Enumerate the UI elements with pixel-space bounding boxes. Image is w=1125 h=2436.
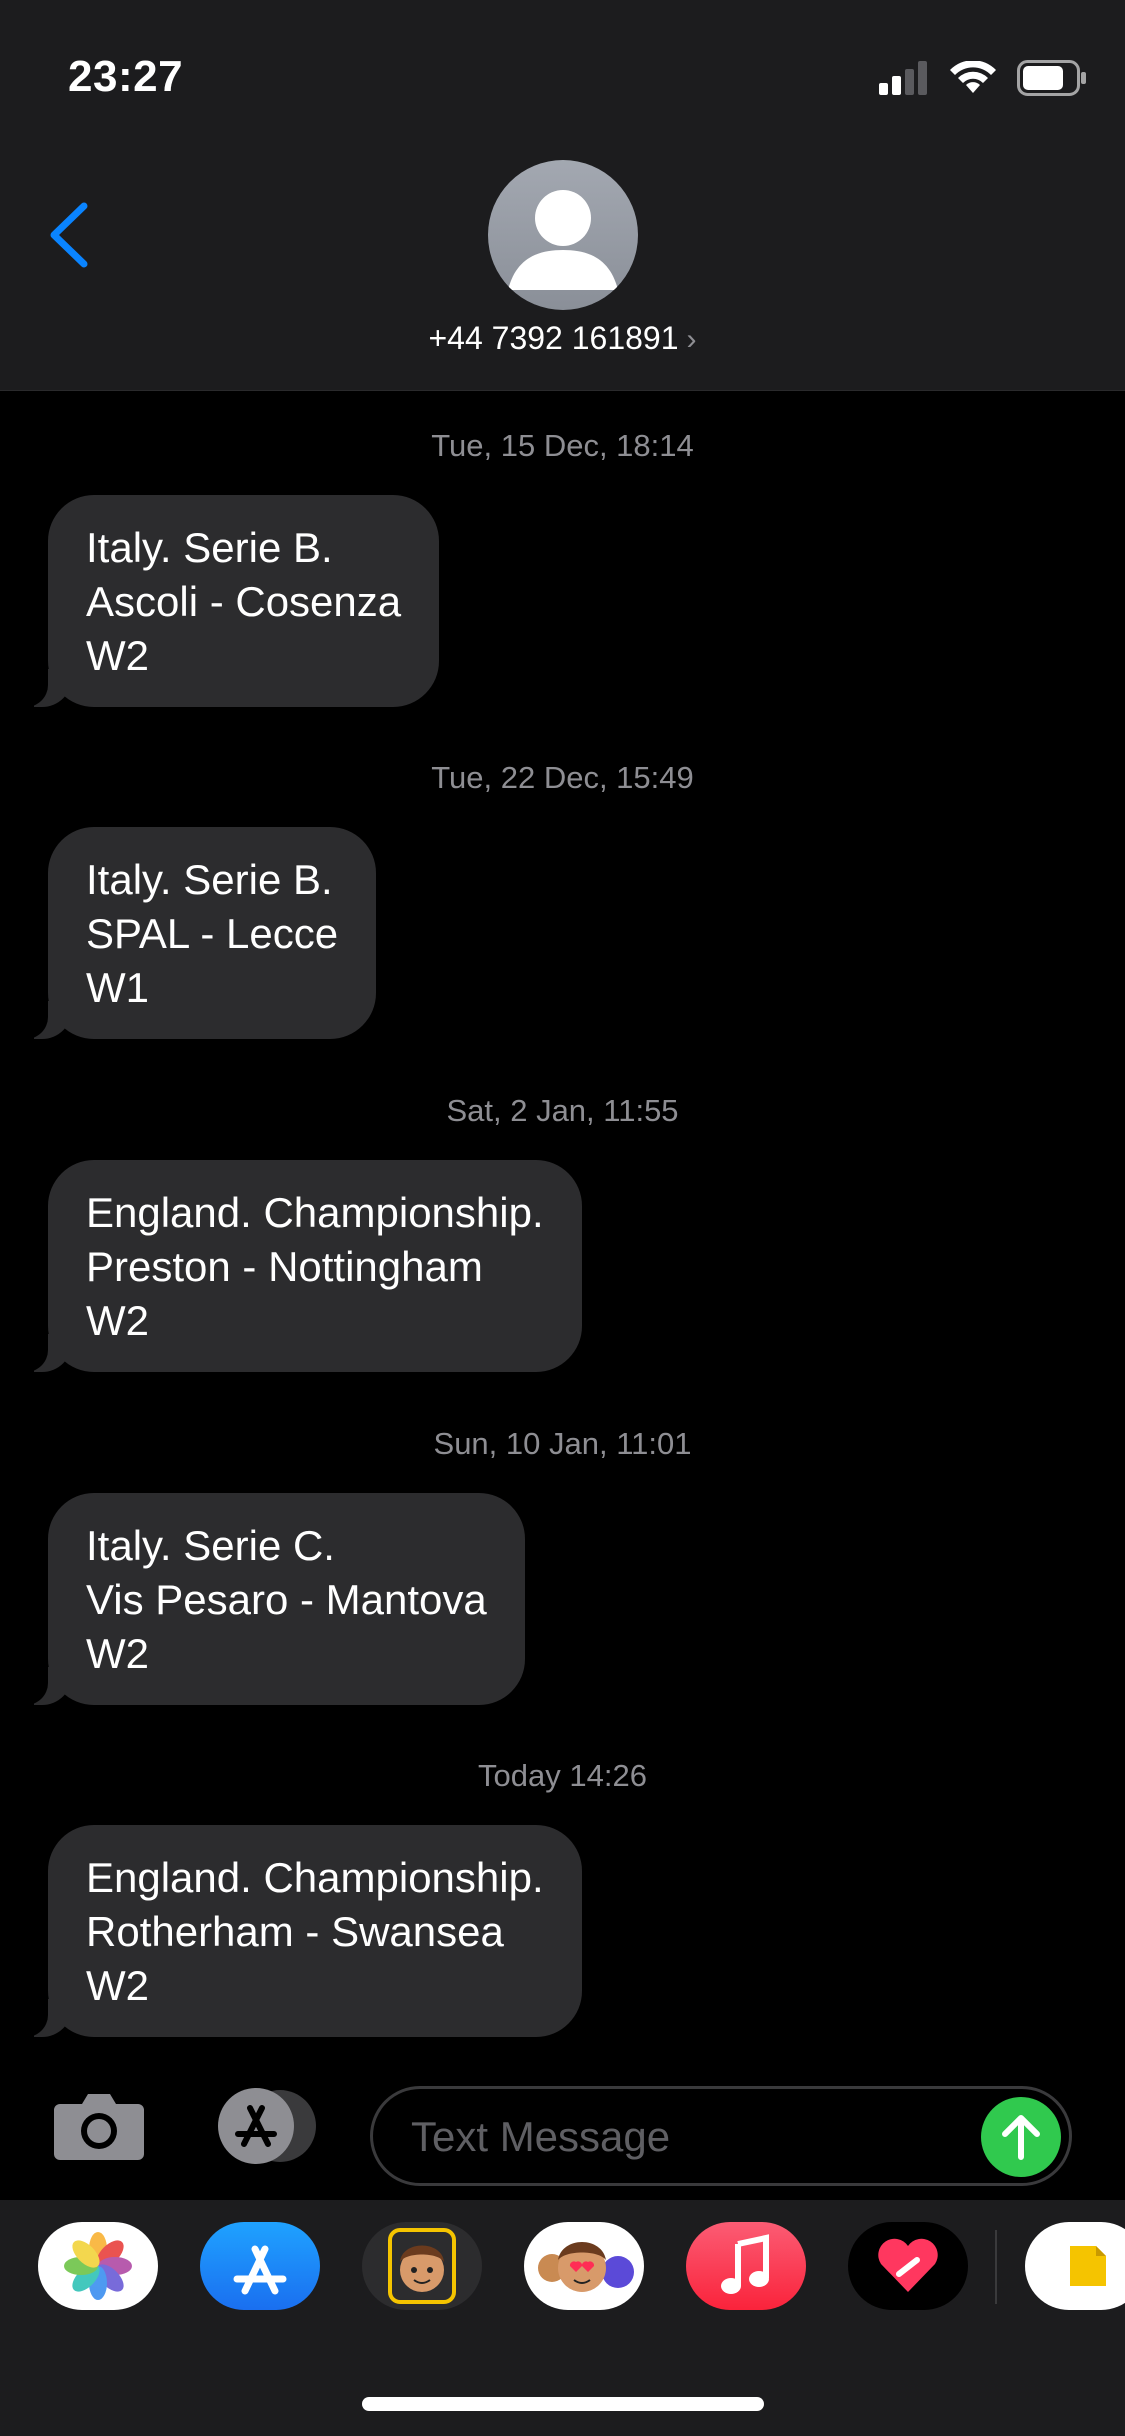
home-indicator[interactable] xyxy=(362,2397,764,2411)
message-line: Italy. Serie B. xyxy=(86,524,333,571)
message-line: Italy. Serie B. xyxy=(86,856,333,903)
message-timestamp: Tue, 22 Dec, 15:49 xyxy=(431,760,694,795)
memoji-app-button[interactable] xyxy=(362,2222,482,2310)
app-store-button-icon[interactable] xyxy=(210,2086,320,2166)
photos-icon xyxy=(64,2232,132,2300)
message-bubble[interactable]: Italy. Serie B. Ascoli - Cosenza W2 xyxy=(21,495,440,707)
contact-name[interactable]: +44 7392 161891 › xyxy=(0,320,1125,357)
message-bubble[interactable]: Italy. Serie C. Vis Pesaro - Mantova W2 xyxy=(22,1493,525,1705)
music-icon xyxy=(721,2234,769,2294)
app-store-app-button[interactable] xyxy=(200,2222,320,2310)
send-button[interactable] xyxy=(981,2097,1061,2177)
composer-bar xyxy=(0,2050,1125,2200)
message-bubble[interactable]: England. Championship. Rotherham - Swans… xyxy=(22,1825,582,2037)
contact-number: +44 7392 161891 xyxy=(428,320,679,356)
message-line: England. Championship. xyxy=(86,1189,544,1236)
contact-avatar[interactable] xyxy=(488,160,638,310)
message-line: W1 xyxy=(86,964,149,1011)
back-chevron-icon[interactable] xyxy=(40,200,100,270)
message-timestamp: Sun, 10 Jan, 11:01 xyxy=(433,1426,692,1461)
message-line: W2 xyxy=(86,1962,149,2009)
message-timestamp: Tue, 15 Dec, 18:14 xyxy=(431,428,694,463)
digital-touch-app-button[interactable] xyxy=(848,2222,968,2310)
drawer-divider xyxy=(995,2230,997,2304)
conversation-header: 23:27 +44 7392 161891 › xyxy=(0,0,1125,391)
text-message-input[interactable] xyxy=(409,2089,973,2185)
message-line: W2 xyxy=(86,632,149,679)
memoji-stickers-app-button[interactable] xyxy=(524,2222,644,2310)
contact-chevron-icon: › xyxy=(686,323,697,356)
wifi-icon xyxy=(950,61,996,93)
sticker-app-icon xyxy=(1070,2246,1106,2286)
sticker-app-button[interactable] xyxy=(1025,2222,1125,2310)
message-line: England. Championship. xyxy=(86,1854,544,1901)
message-line: Italy. Serie C. xyxy=(86,1522,335,1569)
app-store-icon xyxy=(233,2245,287,2295)
status-icons xyxy=(879,60,1087,96)
cellular-signal-icon xyxy=(879,61,927,95)
message-line: Preston - Nottingham xyxy=(86,1243,483,1290)
status-time: 23:27 xyxy=(68,52,184,101)
message-bubble[interactable]: England. Championship. Preston - Notting… xyxy=(22,1160,582,1372)
message-line: Ascoli - Cosenza xyxy=(86,578,402,625)
camera-icon[interactable] xyxy=(52,2090,146,2162)
message-line: W2 xyxy=(86,1630,149,1677)
memoji-icon xyxy=(388,2228,456,2304)
message-line: Rotherham - Swansea xyxy=(86,1908,504,1955)
message-bubble[interactable]: Italy. Serie B. SPAL - Lecce W1 xyxy=(21,827,377,1039)
message-list[interactable]: Tue, 15 Dec, 18:14 Italy. Serie B. Ascol… xyxy=(0,390,1125,2050)
photos-app-button[interactable] xyxy=(38,2222,158,2310)
arrow-up-icon xyxy=(1002,2115,1040,2160)
battery-icon xyxy=(1017,60,1086,96)
message-timestamp: Today 14:26 xyxy=(478,1758,647,1793)
message-timestamp: Sat, 2 Jan, 11:55 xyxy=(446,1093,679,1128)
message-line: W2 xyxy=(86,1297,149,1344)
memoji-stickers-icon xyxy=(538,2242,634,2292)
music-app-button[interactable] xyxy=(686,2222,806,2310)
digital-touch-icon xyxy=(878,2238,938,2292)
message-line: Vis Pesaro - Mantova xyxy=(86,1576,487,1623)
text-message-field[interactable] xyxy=(370,2086,1072,2186)
message-line: SPAL - Lecce xyxy=(86,910,339,957)
person-silhouette-icon xyxy=(508,190,618,290)
